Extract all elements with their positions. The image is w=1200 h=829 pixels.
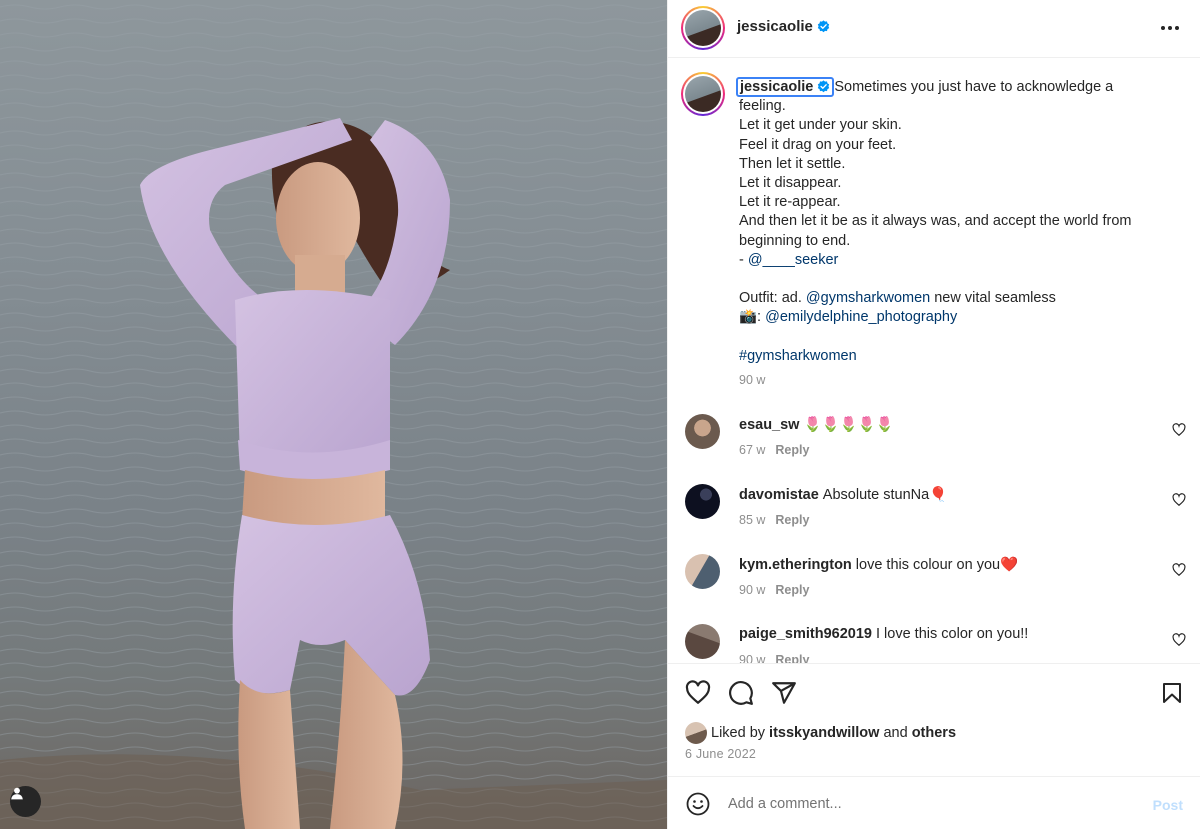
liker-avatar[interactable] [685,722,707,744]
caption-line: Feel it drag on your feet. [739,136,897,153]
post-comment-button[interactable]: Post [1153,797,1183,813]
more-options-button[interactable] [1159,17,1181,39]
caption-timestamp[interactable]: 90 w [739,373,765,387]
comment-meta: 90 w Reply [739,653,809,663]
author-username[interactable]: jessicaolie [737,18,830,35]
comment-avatar[interactable] [685,624,720,659]
caption-username[interactable]: jessicaolie [736,77,835,97]
comment-like-heart-icon[interactable] [1172,563,1186,577]
likes-summary: Liked by itsskyandwillow and others [685,722,956,744]
comment-time[interactable]: 90 w [739,583,765,597]
emoji-button[interactable] [685,791,711,817]
liker-username[interactable]: itsskyandwillow [769,725,879,741]
reply-button[interactable]: Reply [775,443,809,457]
share-button[interactable] [770,679,798,707]
comment-username[interactable]: davomistae [739,487,819,503]
likes-others-link[interactable]: others [912,725,956,741]
comment-time[interactable]: 85 w [739,513,765,527]
verified-badge-icon [817,20,830,33]
verified-badge-icon [818,80,830,93]
comment-like-heart-icon[interactable] [1172,633,1186,647]
like-button[interactable] [684,679,712,707]
comment-text: Absolute stunNa🎈 [822,487,948,503]
comment-text: 🌷🌷🌷🌷🌷 [803,417,894,433]
add-comment-bar: Post [668,776,1200,829]
save-button[interactable] [1158,679,1186,707]
post-actions: Liked by itsskyandwillow and others 6 Ju… [668,663,1200,776]
bookmark-icon [1163,683,1181,703]
comment-text: love this colour on you❤️ [855,557,1019,573]
comment-meta: 67 w Reply [739,443,809,457]
post-header: jessicaolie [668,0,1200,58]
comment-time[interactable]: 90 w [739,653,765,663]
comment-avatar[interactable] [685,414,720,449]
likes-middle: and [879,725,912,741]
comment-item: kym.etherington love this colour on you❤️… [668,548,1200,618]
author-avatar[interactable] [681,6,725,50]
caption-author-avatar[interactable] [681,72,725,116]
caption-line: Then let it settle. [739,155,846,172]
reply-button[interactable]: Reply [775,583,809,597]
comment-time[interactable]: 67 w [739,443,765,457]
hashtag-link[interactable]: #gymsharkwomen [739,348,857,364]
comment-button[interactable] [727,679,755,707]
user-tag-icon [11,787,23,800]
caption-line: And then let it be as it always was, and… [739,213,1132,230]
comment-username[interactable]: esau_sw [739,417,799,433]
comment-input[interactable] [728,790,1128,818]
post-photo[interactable] [0,0,667,829]
comment-body: paige_smith962019 I love this color on yo… [739,626,1028,642]
caption-line: beginning to end. [739,232,851,249]
photographer-link[interactable]: @emilydelphine_photography [765,309,957,325]
post-date[interactable]: 6 June 2022 [685,747,756,761]
likes-prefix: Liked by [711,725,766,741]
post-image [0,0,667,829]
comment-meta: 85 w Reply [739,513,809,527]
caption-text: jessicaolie Sometimes you just have to ac… [736,77,1169,366]
outfit-suffix: new vital seamless [930,290,1056,307]
quote-prefix: - [739,251,748,268]
comment-item: esau_sw 🌷🌷🌷🌷🌷 67 w Reply [668,408,1200,478]
share-icon [772,682,796,704]
comment-username[interactable]: paige_smith962019 [739,626,872,642]
comment-like-heart-icon[interactable] [1172,493,1186,507]
camera-emoji: 📸: [739,309,766,326]
comment-body: kym.etherington love this colour on you❤️ [739,556,1018,573]
quote-author-link[interactable]: @____seeker [748,252,839,268]
post-caption: jessicaolie Sometimes you just have to ac… [668,58,1200,408]
comment-item: paige_smith962019 I love this color on yo… [668,618,1200,663]
post-side-panel: jessicaolie jessicaolie Sometimes you jus… [667,0,1200,829]
comment-avatar[interactable] [685,554,720,589]
comment-body: esau_sw 🌷🌷🌷🌷🌷 [739,416,894,433]
reply-button[interactable]: Reply [775,653,809,663]
comment-avatar[interactable] [685,484,720,519]
caption-line: Let it re-appear. [739,194,841,211]
reply-button[interactable]: Reply [775,513,809,527]
user-tag-button[interactable] [10,786,41,817]
outfit-brand-link[interactable]: @gymsharkwomen [806,290,930,306]
heart-icon [685,680,711,704]
caption-line: Let it get under your skin. [739,117,902,134]
outfit-prefix: Outfit: ad. [739,290,806,307]
comment-body: davomistae Absolute stunNa🎈 [739,486,947,503]
comment-like-heart-icon[interactable] [1172,423,1186,437]
comments-list[interactable]: esau_sw 🌷🌷🌷🌷🌷 67 w Reply davomistae Absolut… [668,408,1200,663]
comment-text: I love this color on you!! [876,626,1029,642]
caption-line: feeling. [739,98,786,115]
caption-line: Let it disappear. [739,175,842,192]
caption-line: Sometimes you just have to acknowledge a [834,79,1114,95]
comment-username[interactable]: kym.etherington [739,557,852,573]
comment-icon [729,681,753,705]
emoji-icon [686,792,710,816]
more-icon [1161,26,1179,30]
comment-meta: 90 w Reply [739,583,809,597]
comment-item: davomistae Absolute stunNa🎈 85 w Reply [668,478,1200,548]
